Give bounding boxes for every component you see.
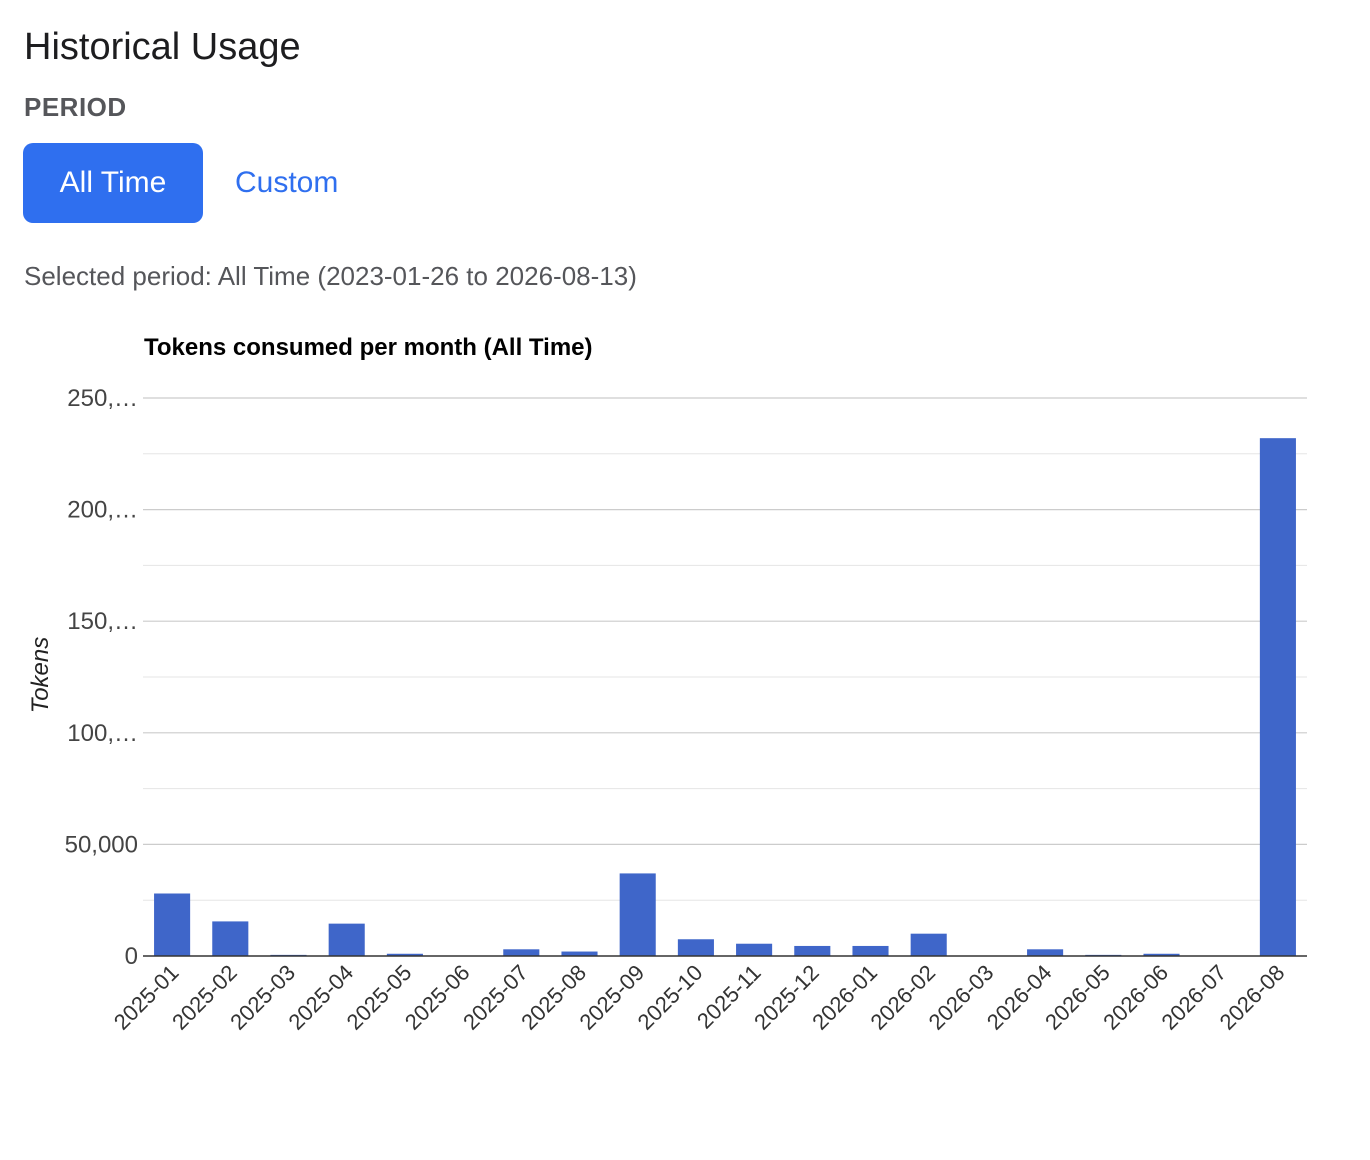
custom-button[interactable]: Custom [235, 143, 338, 223]
bar [154, 893, 191, 956]
selected-period-text: Selected period: All Time (2023-01-26 to… [24, 261, 637, 291]
bars [154, 438, 1296, 956]
bar [852, 945, 889, 956]
selected-period-prefix: Selected period: [24, 261, 218, 291]
bar [910, 933, 947, 956]
x-tick-label: 2026-08 [1215, 960, 1290, 1035]
x-axis-ticks: 2025-012025-022025-032025-042025-052025-… [109, 960, 1290, 1035]
bar [503, 949, 540, 956]
bar [1027, 949, 1064, 956]
x-tick-label: 2025-10 [633, 960, 708, 1035]
bar [736, 943, 773, 956]
bar [677, 939, 714, 956]
bar [794, 945, 831, 956]
bar [328, 923, 365, 956]
y-axis-ticks: 0 50,000 100,… 150,… 200,… 250,… [65, 385, 138, 970]
y-tick-label: 50,000 [65, 831, 138, 858]
selected-period-start: 2023-01-26 [326, 261, 460, 291]
selected-period-value: All Time [217, 261, 311, 291]
y-tick-label: 100,… [67, 720, 138, 747]
usage-bar-chart: Tokens consumed per month (All Time) Tok… [27, 334, 1307, 1035]
gridlines [143, 397, 1307, 901]
y-tick-label: 250,… [67, 385, 138, 412]
chart-title: Tokens consumed per month (All Time) [144, 334, 593, 361]
bar [619, 873, 656, 956]
selected-period-connector: to [466, 261, 488, 291]
bar [212, 921, 249, 956]
y-axis-label: Tokens [27, 637, 54, 714]
y-tick-label: 150,… [67, 608, 138, 635]
all-time-button[interactable]: All Time [23, 143, 203, 223]
period-toggle: All Time Custom [23, 143, 338, 223]
page-title: Historical Usage [24, 26, 301, 68]
period-label: PERIOD [24, 92, 127, 122]
selected-period-end: 2026-08-13 [495, 261, 629, 291]
y-tick-label: 0 [125, 943, 138, 970]
bar [1259, 438, 1296, 956]
y-tick-label: 200,… [67, 497, 138, 524]
